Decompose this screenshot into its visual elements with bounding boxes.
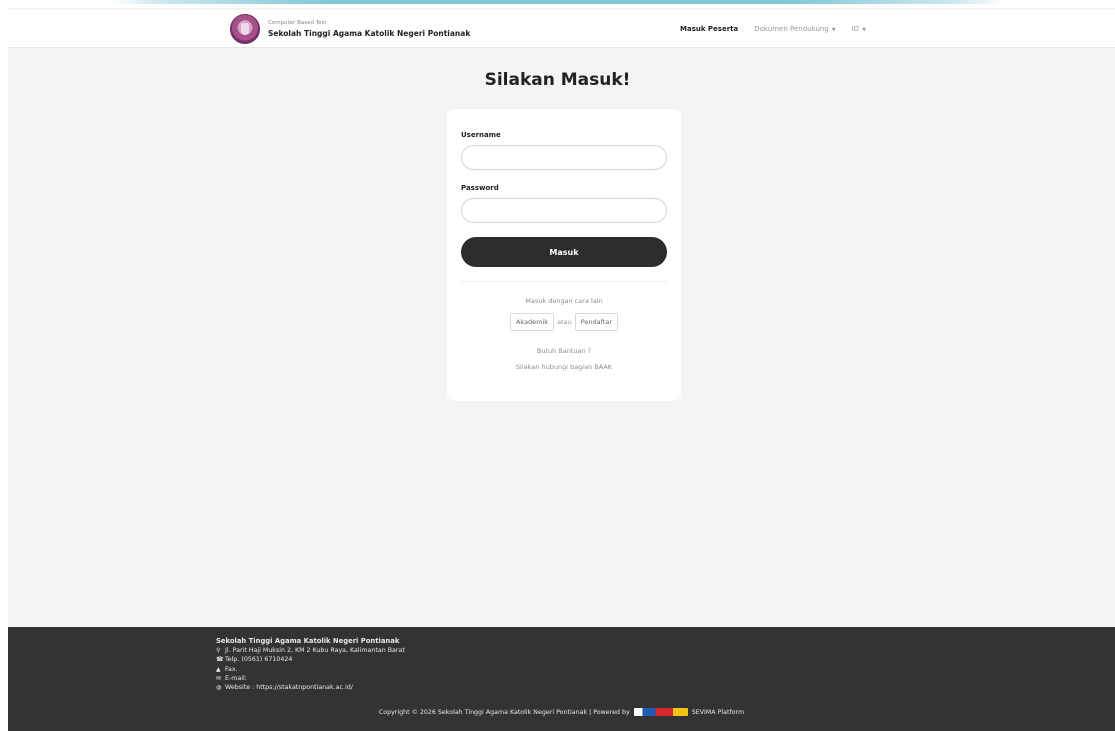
brand[interactable]: Computer Based Test Sekolah Tinggi Agama… xyxy=(230,12,470,46)
footer-email-row: ✉ E-mail: xyxy=(216,674,405,683)
platform-link[interactable]: SEVIMA Platform xyxy=(692,709,744,716)
alt-separator: atau xyxy=(557,318,572,326)
footer-phone: Telp. (0561) 6710424 xyxy=(225,656,293,664)
password-input[interactable] xyxy=(461,198,667,223)
footer-email: E-mail: xyxy=(225,674,247,682)
pendaftar-button[interactable]: Pendaftar xyxy=(574,313,619,331)
brand-title: Sekolah Tinggi Agama Katolik Negeri Pont… xyxy=(268,29,471,38)
brand-text: Computer Based Test Sekolah Tinggi Agama… xyxy=(268,19,470,39)
footer-website-row: ◍ Website : https://stakatnpontianak.ac.i… xyxy=(216,683,405,692)
alt-login-text: Masuk dengan cara lain xyxy=(525,297,603,305)
footer: Sekolah Tinggi Agama Katolik Negeri Pont… xyxy=(8,627,1115,731)
sevima-logo[interactable] xyxy=(633,708,688,716)
mail-icon: ✉ xyxy=(216,674,222,682)
help-title: Butuh Bantuan ? xyxy=(536,347,592,355)
fax-icon: ▲ xyxy=(216,665,221,673)
copyright: Copyright © 2026 Sekolah Tinggi Agama Ka… xyxy=(8,708,1115,716)
footer-phone-row: ☎ Telp. (0561) 6710424 xyxy=(216,655,405,664)
nav-masuk-peserta[interactable]: Masuk Peserta xyxy=(680,25,738,33)
nav-dokumen-pendukung[interactable]: Dokumen Pendukung ▼ xyxy=(754,25,835,33)
nav-language[interactable]: ID ▼ xyxy=(852,25,866,33)
footer-fax-row: ▲ Fax. xyxy=(216,665,405,674)
phone-icon: ☎ xyxy=(216,656,224,664)
nav-language-label: ID xyxy=(851,25,860,33)
map-pin-icon: ⚲ xyxy=(216,647,221,655)
footer-address-row: ⚲ Jl. Parit Haji Muksin 2, KM 2 Kubu Raya… xyxy=(216,646,405,655)
footer-info: Sekolah Tinggi Agama Katolik Negeri Pont… xyxy=(216,637,405,692)
username-input[interactable] xyxy=(461,145,667,170)
nav-links: Masuk Peserta Dokumen Pendukung ▼ ID ▼ xyxy=(680,10,882,48)
akademik-button[interactable]: Akademik xyxy=(509,313,555,331)
copyright-text: Copyright © 2026 Sekolah Tinggi Agama Ka… xyxy=(378,708,630,716)
caret-down-icon: ▼ xyxy=(831,27,836,33)
login-card: Username Password Masuk Masuk dengan car… xyxy=(447,109,681,401)
username-label: Username xyxy=(461,131,501,139)
divider xyxy=(461,281,667,282)
navbar: Computer Based Test Sekolah Tinggi Agama… xyxy=(8,10,1115,48)
top-accent-line xyxy=(0,0,1115,4)
login-button[interactable]: Masuk xyxy=(461,237,667,267)
globe-icon: ◍ xyxy=(216,684,222,692)
nav-dokumen-label: Dokumen Pendukung xyxy=(754,25,829,33)
caret-down-icon: ▼ xyxy=(862,27,866,33)
footer-address: Jl. Parit Haji Muksin 2, KM 2 Kubu Raya,… xyxy=(225,647,405,655)
help-text: Silakan hubungi bagian BAAK xyxy=(515,363,613,371)
footer-fax: Fax. xyxy=(225,665,238,673)
brand-subtitle: Computer Based Test xyxy=(268,20,327,26)
page-title: Silakan Masuk! xyxy=(484,70,631,90)
password-label: Password xyxy=(461,184,499,192)
alt-login-options: Akademik atau Pendaftar xyxy=(447,313,681,331)
logo-icon xyxy=(230,14,260,44)
footer-website[interactable]: Website : https://stakatnpontianak.ac.id… xyxy=(225,684,353,691)
footer-institution-name: Sekolah Tinggi Agama Katolik Negeri Pont… xyxy=(216,637,400,645)
